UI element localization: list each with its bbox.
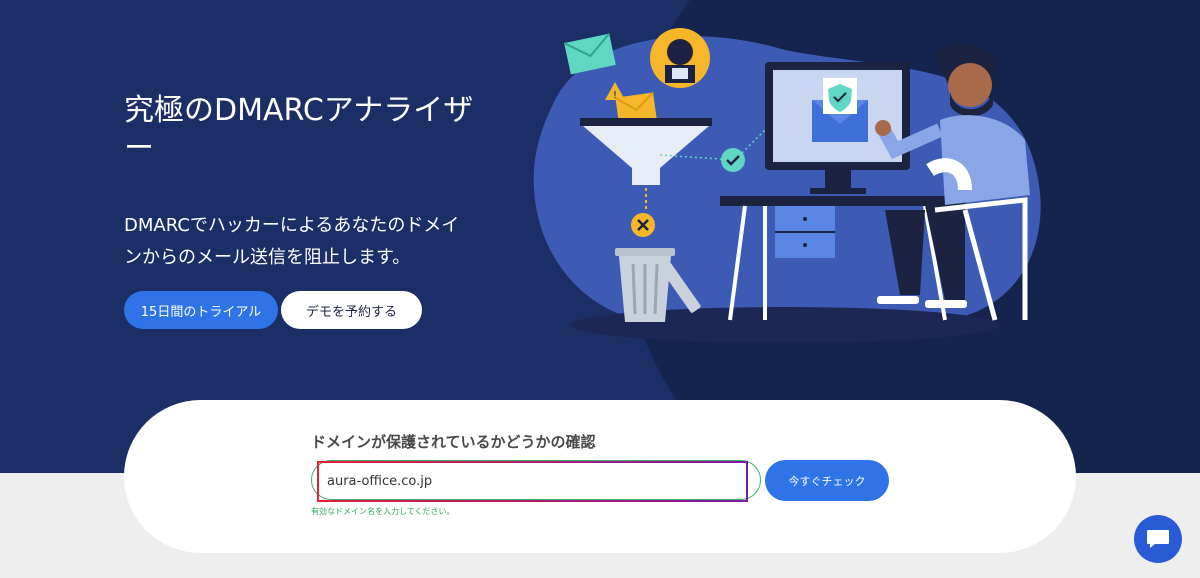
trial-button[interactable]: 15日間のトライアル (124, 291, 278, 329)
check-now-button[interactable]: 今すぐチェック (765, 460, 889, 501)
check-icon (721, 148, 745, 172)
chat-icon (1147, 530, 1169, 548)
hero-illustration: ! (533, 28, 1041, 343)
domain-hint-text: 有効なドメイン名を入力してください。 (311, 507, 455, 516)
book-demo-button[interactable]: デモを予約する (281, 291, 422, 329)
domain-check-title: ドメインが保護されているかどうかの確認 (311, 433, 596, 451)
chat-button[interactable] (1134, 515, 1182, 563)
page-title: 究極のDMARCアナライザー (124, 93, 474, 166)
x-icon (631, 213, 655, 237)
domain-input[interactable] (317, 461, 748, 502)
hero-subtext: DMARCでハッカーによるあなたのドメインからのメール送信を阻止します。 (124, 215, 460, 268)
hacker-icon (650, 28, 710, 88)
